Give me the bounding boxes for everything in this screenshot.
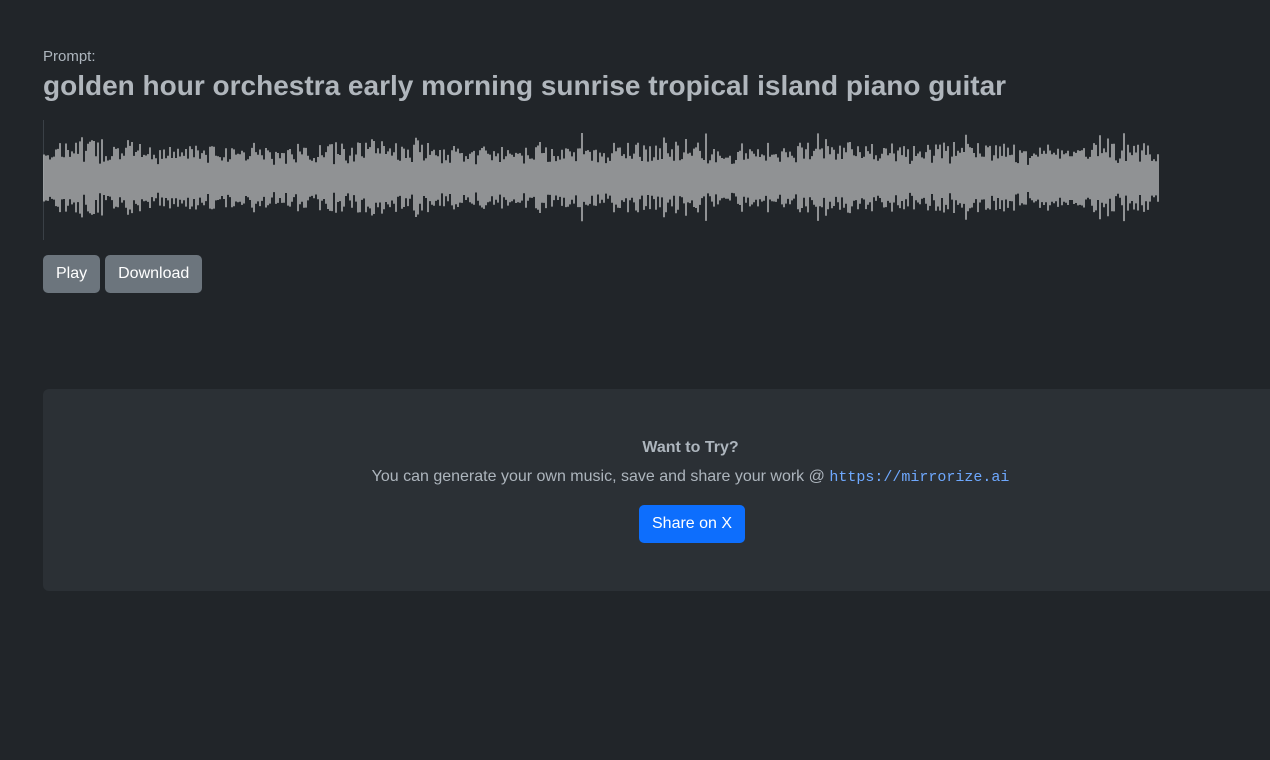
share-on-x-button[interactable]: Share on X	[639, 505, 746, 543]
try-card-text: You can generate your own music, save an…	[43, 468, 1270, 486]
mirrorize-link[interactable]: https://mirrorize.ai	[829, 469, 1009, 486]
prompt-label: Prompt:	[43, 48, 96, 65]
try-card: Want to Try? You can generate your own m…	[43, 389, 1270, 591]
waveform-svg[interactable]	[43, 120, 1161, 240]
download-button[interactable]: Download	[105, 255, 203, 293]
try-card-description: You can generate your own music, save an…	[371, 468, 830, 485]
try-card-title: Want to Try?	[642, 439, 739, 456]
page: Prompt: golden hour orchestra early morn…	[0, 0, 1270, 760]
prompt-title: golden hour orchestra early morning sunr…	[43, 70, 1007, 101]
play-button[interactable]: Play	[43, 255, 101, 293]
player-controls: Play Download	[43, 255, 203, 293]
waveform[interactable]	[43, 120, 1161, 240]
